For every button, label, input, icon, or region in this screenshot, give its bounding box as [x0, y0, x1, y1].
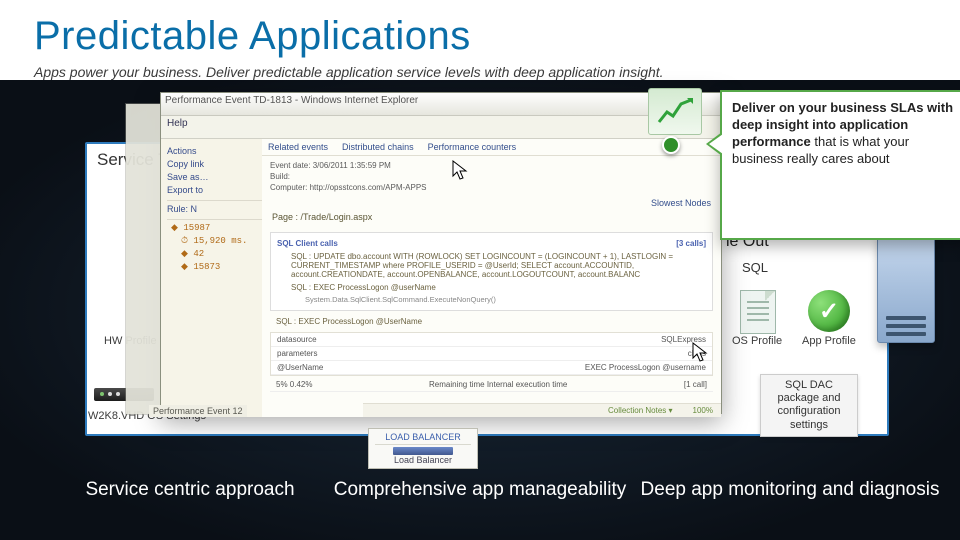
- actions-header: Actions: [167, 146, 267, 156]
- tab-related-events[interactable]: Related events: [268, 142, 328, 152]
- collection-notes[interactable]: Collection Notes ▾: [608, 406, 673, 415]
- rule-line: Rule: N: [167, 204, 267, 214]
- app-profile-icon: ✓: [808, 290, 850, 332]
- sql-line-2: SQL : EXEC ProcessLogon @userName: [277, 283, 706, 292]
- sql-exec-hint: SQL : EXEC ProcessLogon @UserName: [262, 317, 721, 326]
- window-body: Actions Copy link Save as… Export to Rul…: [161, 139, 721, 417]
- tree-node-42[interactable]: ◆ 42: [167, 249, 267, 259]
- sql-calls-count: [3 calls]: [676, 239, 706, 248]
- os-profile-label: OS Profile: [732, 335, 782, 347]
- window-toolbar: Help: [161, 116, 721, 139]
- zoom-level[interactable]: 100%: [693, 406, 713, 415]
- window-statusbar: Collection Notes ▾ 100%: [363, 403, 721, 417]
- save-as-action[interactable]: Save as…: [167, 172, 267, 182]
- load-balancer-caption: LOAD BALANCER: [375, 432, 471, 445]
- slide-title: Predictable Applications: [34, 14, 471, 59]
- rack-icon: [94, 388, 154, 401]
- load-balancer-icon: [393, 447, 453, 455]
- slowest-nodes-link[interactable]: Slowest Nodes: [262, 198, 721, 208]
- performance-window: Performance Event TD-1813 - Windows Inte…: [160, 92, 722, 414]
- sql-line-1: SQL : UPDATE dbo.account WITH (ROWLOCK) …: [277, 252, 706, 279]
- caption-comprehensive: Comprehensive app manageability: [330, 478, 630, 502]
- load-balancer-box: LOAD BALANCER Load Balancer: [368, 428, 478, 469]
- callout-bubble: Deliver on your business SLAs with deep …: [720, 90, 960, 240]
- caption-deep-monitoring: Deep app monitoring and diagnosis: [640, 478, 940, 502]
- sql-calls-block: SQL Client calls [3 calls] SQL : UPDATE …: [270, 232, 713, 311]
- peek-sql: SQL: [742, 260, 768, 275]
- server-tower-icon: [877, 235, 935, 343]
- tree-node-15987[interactable]: ◆ 15987: [167, 223, 267, 233]
- tab-distributed-chains[interactable]: Distributed chains: [342, 142, 414, 152]
- load-balancer-label: Load Balancer: [375, 455, 471, 465]
- chart-up-icon: [648, 88, 702, 135]
- sql-dac-box: SQL DAC package and configuration settin…: [760, 374, 858, 437]
- sql-namespace: System.Data.SqlClient.SqlCommand.Execute…: [277, 295, 706, 304]
- caption-service-centric: Service centric approach: [40, 478, 340, 502]
- page-path: Page : /Trade/Login.aspx: [262, 208, 721, 226]
- timing-row: 5% 0.42% Remaining time Internal executi…: [270, 378, 713, 392]
- event-metadata: Event date: 3/06/2011 1:35:59 PM Build: …: [262, 156, 721, 198]
- copy-link-action[interactable]: Copy link: [167, 159, 267, 169]
- tab-performance-counters[interactable]: Performance counters: [428, 142, 517, 152]
- detail-tabs: Related events Distributed chains Perfor…: [262, 139, 721, 156]
- window-titlebar: Performance Event TD-1813 - Windows Inte…: [161, 93, 721, 116]
- export-action[interactable]: Export to: [167, 185, 267, 195]
- grid-row-username: @UserNameEXEC ProcessLogon @username: [271, 361, 712, 375]
- grid-row-datasource: datasourceSQLExpress: [271, 333, 712, 347]
- app-profile-label: App Profile: [802, 335, 856, 347]
- slide-subtitle: Apps power your business. Deliver predic…: [34, 64, 664, 80]
- hw-profile-label: HW Profile: [104, 335, 157, 347]
- tree-node-ms[interactable]: ⏱ 15,920 ms.: [167, 236, 267, 246]
- tree-node-15873[interactable]: ◆ 15873: [167, 262, 267, 272]
- perf-event-tag: Performance Event 12: [149, 405, 247, 417]
- actions-pane: Actions Copy link Save as… Export to Rul…: [161, 139, 274, 417]
- callout-anchor-dot: [662, 136, 680, 154]
- grid-row-parameters: parametersclass: [271, 347, 712, 361]
- os-profile-icon: [740, 290, 776, 334]
- meta-event-date: Event date: 3/06/2011 1:35:59 PM: [270, 160, 713, 171]
- meta-build: Build:: [270, 171, 713, 182]
- meta-computer: Computer: http://opsstcons.com/APM-APPS: [270, 182, 713, 193]
- detail-pane: Related events Distributed chains Perfor…: [262, 139, 721, 417]
- parameters-grid: datasourceSQLExpress parametersclass @Us…: [270, 332, 713, 376]
- sql-calls-header: SQL Client calls: [277, 239, 338, 248]
